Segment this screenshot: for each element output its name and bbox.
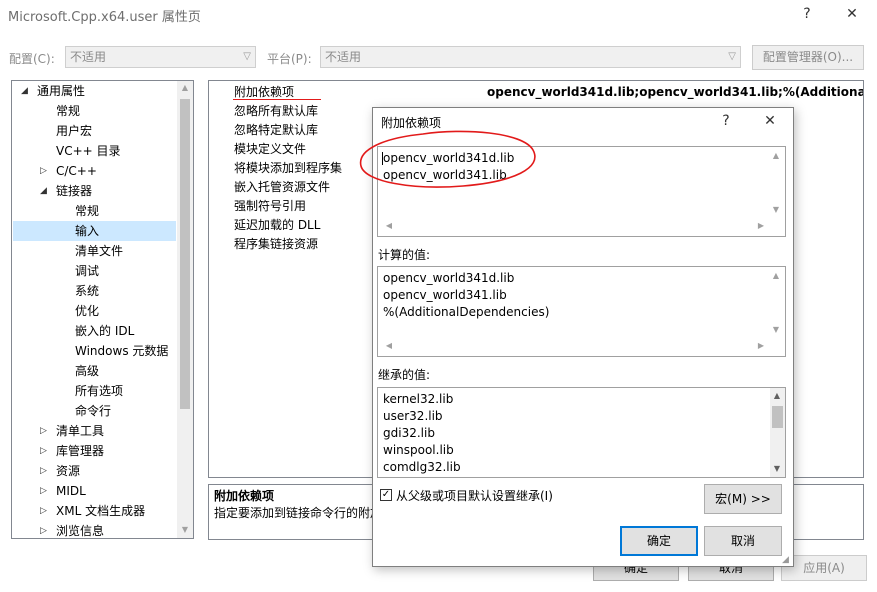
tree-item-optimization[interactable]: 优化 — [75, 301, 99, 321]
tree-item-system[interactable]: 系统 — [75, 281, 99, 301]
config-dropdown[interactable]: 不适用 ▽ — [65, 46, 256, 68]
list-item[interactable]: gdi32.lib — [383, 425, 435, 442]
computed-values-label: 计算的值: — [378, 248, 431, 262]
tree-item-librarian[interactable]: 库管理器 — [56, 441, 104, 461]
property-name-embed-managed-resource[interactable]: 嵌入托管资源文件 — [234, 178, 330, 197]
tree-item-linker[interactable]: 链接器 — [56, 181, 92, 201]
window-title: Microsoft.Cpp.x64.user 属性页 — [8, 10, 201, 25]
tree-item-browse-info[interactable]: 浏览信息 — [56, 521, 104, 538]
chevron-down-icon: ▽ — [728, 51, 736, 62]
computed-line: opencv_world341d.lib — [383, 271, 515, 285]
expand-icon[interactable]: ▷ — [40, 481, 50, 501]
red-circle-annotation — [359, 130, 536, 188]
scroll-up-icon[interactable]: ▲ — [769, 271, 783, 280]
property-name-module-definition-file[interactable]: 模块定义文件 — [234, 140, 306, 159]
expand-icon[interactable]: ◢ — [40, 181, 50, 201]
expand-icon[interactable]: ▷ — [40, 521, 50, 538]
tree-item-midl[interactable]: MIDL — [56, 481, 86, 501]
tree-scrollbar[interactable]: ▲ ▼ — [177, 81, 193, 538]
tree-item-manifest-tool[interactable]: 清单工具 — [56, 421, 104, 441]
platform-value: 不适用 — [325, 50, 362, 64]
property-name-force-symbol-references[interactable]: 强制符号引用 — [234, 197, 306, 216]
resize-grip-icon[interactable]: ◢ — [782, 555, 789, 565]
dialog-cancel-button[interactable]: 取消 — [704, 526, 782, 556]
config-label: 配置(C): — [9, 52, 55, 66]
scroll-thumb[interactable] — [180, 99, 190, 409]
property-name-delay-loaded-dlls[interactable]: 延迟加载的 DLL — [234, 216, 320, 235]
list-item[interactable]: user32.lib — [383, 408, 443, 425]
scroll-thumb[interactable] — [772, 406, 783, 428]
tree-item-xml-doc-generator[interactable]: XML 文档生成器 — [56, 501, 145, 521]
scroll-right-icon[interactable]: ▶ — [754, 221, 768, 230]
scroll-up-icon[interactable]: ▲ — [769, 151, 783, 160]
dialog-close-icon[interactable]: ✕ — [760, 113, 780, 129]
scroll-left-icon[interactable]: ◀ — [382, 221, 396, 230]
inherited-values-label: 继承的值: — [378, 368, 431, 382]
dialog-ok-button[interactable]: 确定 — [620, 526, 698, 556]
inherit-checkbox[interactable]: ✓ — [380, 489, 392, 501]
list-item[interactable]: winspool.lib — [383, 442, 454, 459]
expand-icon[interactable]: ▷ — [40, 421, 50, 441]
close-icon[interactable]: ✕ — [842, 6, 862, 22]
tree-item-common-properties[interactable]: 通用属性 — [37, 81, 85, 101]
property-name-assembly-link-resource[interactable]: 程序集链接资源 — [234, 235, 318, 254]
tree-item-general[interactable]: 常规 — [56, 101, 80, 121]
inherited-scrollbar[interactable]: ▲ ▼ — [770, 388, 785, 477]
property-name-add-module-to-assembly[interactable]: 将模块添加到程序集 — [234, 159, 342, 178]
help-icon[interactable]: ? — [797, 6, 817, 22]
expand-icon[interactable]: ▷ — [40, 161, 50, 181]
tree-item-debugging[interactable]: 调试 — [75, 261, 99, 281]
tree-item-embedded-idl[interactable]: 嵌入的 IDL — [75, 321, 134, 341]
computed-line: opencv_world341.lib — [383, 288, 507, 302]
tree-item-user-macros[interactable]: 用户宏 — [56, 121, 92, 141]
platform-label: 平台(P): — [267, 52, 312, 66]
tree-item-windows-metadata[interactable]: Windows 元数据 — [75, 341, 168, 361]
list-item[interactable]: comdlg32.lib — [383, 459, 461, 476]
expand-icon[interactable]: ▷ — [40, 461, 50, 481]
platform-dropdown[interactable]: 不适用 ▽ — [320, 46, 741, 68]
scroll-left-icon[interactable]: ◀ — [382, 341, 396, 350]
property-tree: ◢ 通用属性 常规 用户宏 VC++ 目录 ▷ C/C++ ◢ 链接器 常规 输… — [11, 80, 194, 539]
property-name-ignore-all-default-libs[interactable]: 忽略所有默认库 — [234, 102, 318, 121]
additional-dependencies-dialog: 附加依赖项 ? ✕ opencv_world341d.lib opencv_wo… — [359, 107, 794, 567]
tree-item-advanced[interactable]: 高级 — [75, 361, 99, 381]
red-underline-annotation — [233, 99, 321, 100]
computed-values-box: opencv_world341d.lib opencv_world341.lib… — [377, 266, 786, 357]
expand-icon[interactable]: ▷ — [40, 501, 50, 521]
inherited-values-list[interactable]: kernel32.lib user32.lib gdi32.lib winspo… — [377, 387, 786, 478]
scroll-right-icon[interactable]: ▶ — [754, 341, 768, 350]
tree-item-linker-input[interactable]: 输入 — [75, 221, 99, 241]
description-title: 附加依赖项 — [214, 489, 275, 503]
expand-icon[interactable]: ◢ — [21, 81, 31, 101]
inherit-checkbox-label[interactable]: 从父级或项目默认设置继承(I) — [396, 487, 553, 504]
property-name-ignore-specific-default-libs[interactable]: 忽略特定默认库 — [234, 121, 318, 140]
tree-item-vc-directories[interactable]: VC++ 目录 — [56, 141, 121, 161]
computed-line: %(AdditionalDependencies) — [383, 305, 550, 319]
tree-item-all-options[interactable]: 所有选项 — [75, 381, 123, 401]
config-manager-button[interactable]: 配置管理器(O)... — [752, 45, 864, 70]
scroll-up-icon[interactable]: ▲ — [178, 83, 192, 92]
tree-item-cpp[interactable]: C/C++ — [56, 161, 97, 181]
scroll-down-icon[interactable]: ▼ — [770, 464, 784, 473]
tree-item-linker-general[interactable]: 常规 — [75, 201, 99, 221]
tree-item-manifest-file[interactable]: 清单文件 — [75, 241, 123, 261]
chevron-down-icon: ▽ — [243, 51, 251, 62]
config-value: 不适用 — [70, 50, 107, 64]
scroll-down-icon[interactable]: ▼ — [178, 525, 192, 534]
tree-item-resources[interactable]: 资源 — [56, 461, 80, 481]
tree-item-command-line[interactable]: 命令行 — [75, 401, 111, 421]
scroll-up-icon[interactable]: ▲ — [770, 391, 784, 400]
macro-button[interactable]: 宏(M) >> — [704, 484, 782, 514]
expand-icon[interactable]: ▷ — [40, 441, 50, 461]
scroll-down-icon[interactable]: ▼ — [769, 325, 783, 334]
scroll-down-icon[interactable]: ▼ — [769, 205, 783, 214]
dialog-help-icon[interactable]: ? — [716, 113, 736, 129]
list-item[interactable]: kernel32.lib — [383, 391, 453, 408]
property-value-additional-dependencies[interactable]: opencv_world341d.lib;opencv_world341.lib… — [487, 83, 863, 102]
